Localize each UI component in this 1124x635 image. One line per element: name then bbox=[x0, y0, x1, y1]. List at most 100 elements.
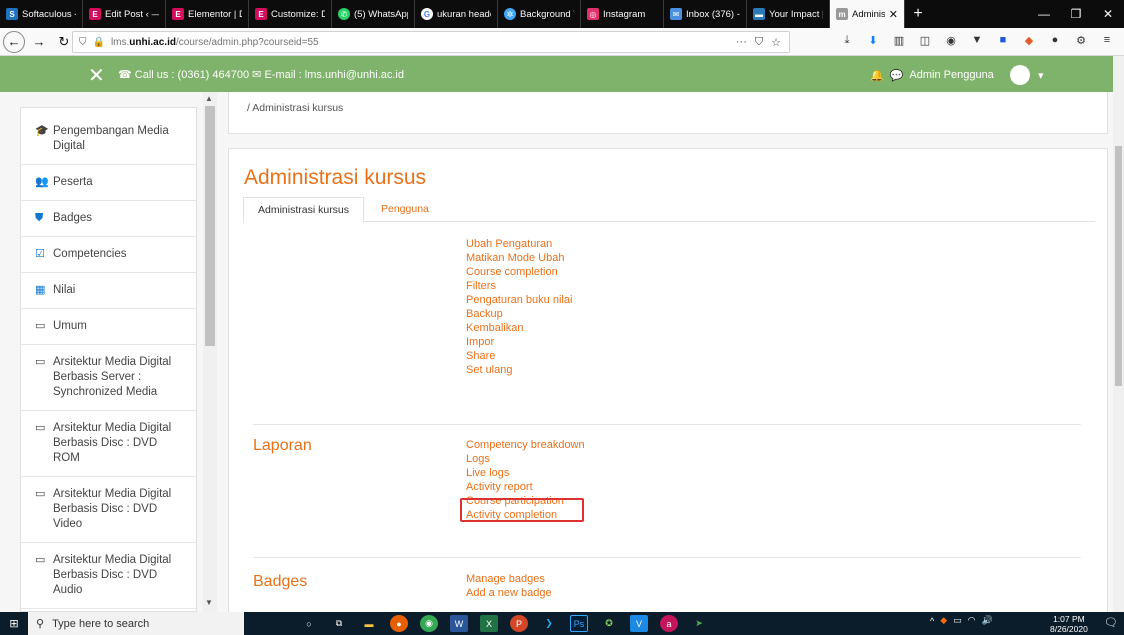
sidebar-item-section[interactable]: ▭ Arsitektur Media Digital Berbasis Serve… bbox=[21, 345, 196, 411]
link-impor[interactable]: Impor bbox=[466, 335, 572, 349]
pocket-icon[interactable]: ⛉ bbox=[755, 36, 763, 49]
cortana-icon[interactable]: ○ bbox=[300, 615, 318, 632]
scrollbar-thumb[interactable] bbox=[1115, 146, 1122, 386]
link-set-ulang[interactable]: Set ulang bbox=[466, 363, 572, 377]
photoshop-icon[interactable]: Ps bbox=[570, 615, 588, 632]
close-window-button[interactable]: ✕ bbox=[1092, 0, 1124, 28]
breadcrumb[interactable]: / Administrasi kursus bbox=[247, 102, 343, 114]
sidebar-item-badges[interactable]: ⛊ Badges bbox=[21, 201, 196, 237]
close-tab-icon[interactable]: ✕ bbox=[889, 8, 898, 21]
user-name[interactable]: Admin Pengguna bbox=[909, 69, 993, 81]
vscode-icon[interactable]: ❯ bbox=[540, 615, 558, 632]
downloads-icon[interactable]: ⬇ bbox=[866, 33, 880, 47]
browser-tab-active[interactable]: m Administra ✕ bbox=[830, 0, 905, 28]
sidebar-item-peserta[interactable]: 👥 Peserta bbox=[21, 165, 196, 201]
shield-icon[interactable]: ⛉ bbox=[79, 37, 87, 48]
sidebar-item-course[interactable]: 🎓 Pengembangan Media Digital bbox=[21, 108, 196, 165]
browser-tab[interactable]: ✆ (5) WhatsApp bbox=[332, 0, 415, 28]
extension-blue-icon[interactable]: ■ bbox=[996, 33, 1010, 47]
elementor-icon: E bbox=[89, 8, 101, 20]
scroll-down-icon[interactable]: ▼ bbox=[205, 598, 213, 607]
forward-arrow-icon[interactable]: → bbox=[28, 31, 50, 53]
filter-extension-icon[interactable]: ▼ bbox=[970, 33, 984, 47]
taskbar-search[interactable]: ⚲ Type here to search bbox=[28, 612, 244, 635]
volume-icon[interactable]: 🔊 bbox=[982, 615, 993, 626]
word-icon[interactable]: W bbox=[450, 615, 468, 632]
sidebar-toggle-icon[interactable]: ◫ bbox=[918, 33, 932, 47]
page-scrollbar[interactable] bbox=[1113, 56, 1124, 612]
taskbar-clock[interactable]: 1:07 PM 8/26/2020 bbox=[1050, 614, 1088, 634]
powerpoint-icon[interactable]: P bbox=[510, 615, 528, 632]
maps-icon[interactable]: ✪ bbox=[600, 615, 618, 632]
link-filters[interactable]: Filters bbox=[466, 279, 572, 293]
sidebar-scrollbar[interactable]: ▲ ▼ bbox=[203, 92, 217, 612]
firefox-icon[interactable]: ● bbox=[390, 615, 408, 632]
windows-start-icon[interactable]: ⊞ bbox=[0, 612, 28, 635]
link-logs[interactable]: Logs bbox=[466, 452, 585, 466]
bookmark-star-icon[interactable]: ☆ bbox=[771, 36, 781, 49]
link-matikan-mode-ubah[interactable]: Matikan Mode Ubah bbox=[466, 251, 572, 265]
browser-tab[interactable]: ✉ Inbox (376) - k bbox=[664, 0, 747, 28]
extension-color-icon[interactable]: ◆ bbox=[1022, 33, 1036, 47]
sidebar-item-section[interactable]: ▭ Arsitektur Media Digital Berbasis Disc … bbox=[21, 543, 196, 609]
sidebar-item-section[interactable]: ▭ Arsitektur Media Digital Berbasis Disc … bbox=[21, 411, 196, 477]
restore-button[interactable]: ❐ bbox=[1060, 0, 1092, 28]
scroll-up-icon[interactable]: ▲ bbox=[205, 94, 213, 103]
tab-administrasi-kursus[interactable]: Administrasi kursus bbox=[243, 197, 365, 223]
link-live-logs[interactable]: Live logs bbox=[466, 466, 585, 480]
extension-dark-icon[interactable]: ● bbox=[1048, 33, 1062, 47]
sidebar-item-nilai[interactable]: ▦ Nilai bbox=[21, 273, 196, 309]
link-ubah-pengaturan[interactable]: Ubah Pengaturan bbox=[466, 237, 572, 251]
page-actions-icon[interactable]: ··· bbox=[736, 36, 747, 49]
v-app-icon[interactable]: V bbox=[630, 615, 648, 632]
link-add-new-badge[interactable]: Add a new badge bbox=[466, 586, 552, 600]
wifi-icon[interactable]: ◠ bbox=[968, 615, 976, 626]
chat-icon[interactable]: 💬 bbox=[890, 69, 904, 82]
avatar[interactable] bbox=[1010, 65, 1030, 85]
menu-icon[interactable]: ≡ bbox=[1100, 33, 1114, 47]
chevron-down-icon[interactable]: ▾ bbox=[1038, 69, 1044, 82]
notification-icon[interactable]: 🗨 bbox=[1104, 616, 1118, 629]
minimize-button[interactable]: — bbox=[1028, 0, 1060, 28]
file-explorer-icon[interactable]: ▬ bbox=[360, 615, 378, 632]
download-history-icon[interactable]: ⤓ bbox=[840, 33, 854, 47]
browser-tab[interactable]: E Customize: Dc bbox=[249, 0, 332, 28]
extensions-icon[interactable]: ⚙ bbox=[1074, 33, 1088, 47]
link-kembalikan[interactable]: Kembalikan bbox=[466, 321, 572, 335]
chrome-icon[interactable]: ◉ bbox=[420, 615, 438, 632]
excel-icon[interactable]: X bbox=[480, 615, 498, 632]
back-arrow-icon[interactable]: ← bbox=[3, 30, 25, 53]
link-backup[interactable]: Backup bbox=[466, 307, 572, 321]
sidebar-item-competencies[interactable]: ☑ Competencies bbox=[21, 237, 196, 273]
bell-icon[interactable]: 🔔 bbox=[870, 69, 884, 82]
url-bar[interactable]: ⛉ 🔒 lms. unhi.ac.id/course/admin.php?cour… bbox=[72, 31, 790, 53]
tray-app-icon[interactable]: ◆ bbox=[940, 615, 947, 626]
app-red-icon[interactable]: a bbox=[660, 615, 678, 632]
app-green-icon[interactable]: ➤ bbox=[690, 615, 708, 632]
link-pengaturan-buku-nilai[interactable]: Pengaturan buku nilai bbox=[466, 293, 572, 307]
task-view-icon[interactable]: ⧉ bbox=[330, 615, 348, 632]
new-tab-button[interactable]: + bbox=[905, 0, 931, 28]
battery-icon[interactable]: ▭ bbox=[953, 615, 962, 626]
link-manage-badges[interactable]: Manage badges bbox=[466, 572, 552, 586]
sidebar-item-section[interactable]: ▭ Arsitektur Media Digital Berbasis Disc … bbox=[21, 477, 196, 543]
browser-tab[interactable]: E Elementor | Dc bbox=[166, 0, 249, 28]
chevron-up-icon[interactable]: ^ bbox=[930, 616, 934, 626]
library-icon[interactable]: ▥ bbox=[892, 33, 906, 47]
browser-tab[interactable]: ✲ Background Vi bbox=[498, 0, 581, 28]
link-competency-breakdown[interactable]: Competency breakdown bbox=[466, 438, 585, 452]
browser-tab[interactable]: ◎ Instagram bbox=[581, 0, 664, 28]
lock-icon[interactable]: 🔒 bbox=[93, 37, 105, 48]
browser-tab[interactable]: S Softaculous - S bbox=[0, 0, 83, 28]
browser-tab[interactable]: ▬ Your Impact | 1 bbox=[747, 0, 830, 28]
sidebar-item-umum[interactable]: ▭ Umum bbox=[21, 309, 196, 345]
browser-tab[interactable]: E Edit Post ‹ — V bbox=[83, 0, 166, 28]
browser-tab[interactable]: Gukuran header bbox=[415, 0, 498, 28]
link-activity-report[interactable]: Activity report bbox=[466, 480, 585, 494]
close-icon[interactable]: ✕ bbox=[88, 63, 105, 88]
tab-pengguna[interactable]: Pengguna bbox=[371, 197, 439, 222]
link-course-completion[interactable]: Course completion bbox=[466, 265, 572, 279]
link-share[interactable]: Share bbox=[466, 349, 572, 363]
extension-icon[interactable]: ◉ bbox=[944, 33, 958, 47]
scrollbar-thumb[interactable] bbox=[205, 106, 215, 346]
